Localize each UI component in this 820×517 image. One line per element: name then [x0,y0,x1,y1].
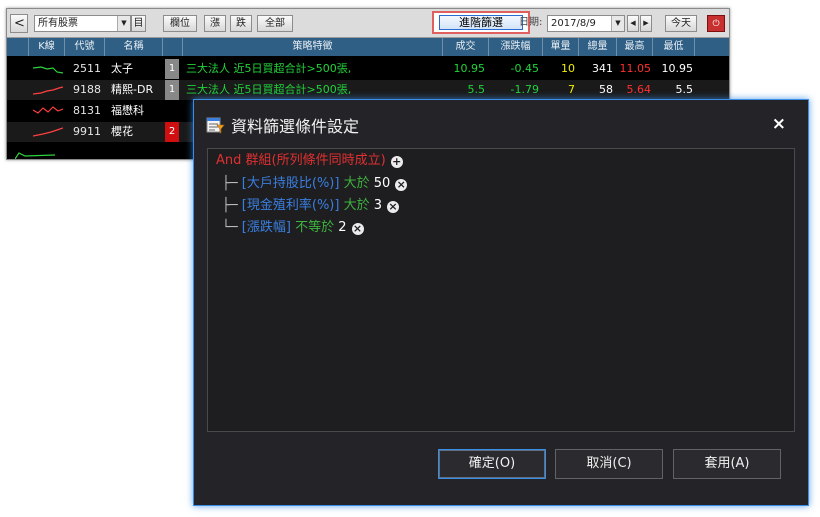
change-pct: -1.79 [510,83,539,96]
price: 5.5 [467,83,486,96]
date-label: 日期: [519,17,543,28]
header-total-volume[interactable]: 總量 [579,38,617,56]
change-pct: -0.45 [510,62,539,75]
table-row[interactable]: 2511 太子 1 三大法人 近5日買超合計>500張, 10.95 -0.45… [7,59,729,79]
header-change[interactable]: 漲跌幅 [489,38,543,56]
table-header: K線 代號 名稱 策略特徵 成交 漲跌幅 單量 總量 最高 最低 [7,38,729,56]
filter-all-button[interactable]: 全部 [257,15,293,32]
group-label: And 群組 [216,153,272,168]
kline-sparkline [33,86,63,95]
low-price: 10.95 [661,62,694,75]
condition-field[interactable]: [漲跌幅] [242,220,291,235]
header-code[interactable]: 代號 [65,38,105,56]
filter-up-button[interactable]: 漲 [204,15,226,32]
condition-group[interactable]: And 群組(所列條件同時成立) + [216,151,403,171]
condition-operator[interactable]: 大於 [344,198,370,213]
power-icon: ⏻ [712,19,720,29]
apply-button[interactable]: 套用(A) [673,449,781,479]
condition-field[interactable]: [大戶持股比(%)] [242,176,340,191]
date-value: 2017/8/9 [551,18,596,29]
row-flag: 2 [165,122,179,142]
toolbar: < 所有股票 ▼ 目 欄位 漲 跌 全部 進階篩選 日期: 2017/8/9 ▼… [7,9,729,38]
columns-button[interactable]: 欄位 [163,15,197,32]
stock-name: 太子 [111,62,133,75]
condition-item[interactable]: ├─ [大戶持股比(%)] 大於 50 × [222,174,408,194]
stock-code: 2511 [73,62,101,75]
header-kline[interactable]: K線 [29,38,65,56]
condition-value[interactable]: 2 [338,220,346,235]
total-volume: 341 [592,62,613,75]
row-flag: 1 [165,80,179,100]
total-volume: 58 [599,83,613,96]
kline-sparkline [33,127,63,137]
condition-item[interactable]: ├─ [現金殖利率(%)] 大於 3 × [222,196,400,216]
add-condition-icon[interactable]: + [390,156,403,168]
power-button[interactable]: ⏻ [707,15,725,32]
close-button[interactable]: × [772,114,786,134]
tree-connector: └─ [222,220,238,235]
tree-connector: ├─ [222,176,238,191]
header-unit-volume[interactable]: 單量 [543,38,579,56]
triangle-left-icon: ◀ [630,19,636,27]
filter-conditions-dialog: 資料篩選條件設定 × And 群組(所列條件同時成立) + ├─ [大戶持股比(%… [193,99,809,506]
stock-group-value: 所有股票 [38,18,78,29]
condition-field[interactable]: [現金殖利率(%)] [242,198,340,213]
header-high[interactable]: 最高 [617,38,653,56]
header-price[interactable]: 成交 [443,38,489,56]
kline-sparkline [33,66,63,74]
header-low[interactable]: 最低 [653,38,695,56]
kline-sparkline [33,106,63,114]
condition-value[interactable]: 3 [374,198,382,213]
remove-condition-icon[interactable]: × [387,201,400,213]
condition-operator[interactable]: 不等於 [295,220,334,235]
group-description: (所列條件同時成立) [271,153,386,168]
header-name[interactable]: 名稱 [105,38,163,56]
advanced-filter-highlight: 進階篩選 [432,11,530,34]
close-icon: × [771,114,786,134]
condition-item[interactable]: └─ [漲跌幅] 不等於 2 × [222,218,364,238]
stock-name: 精熙-DR [111,83,154,96]
group-manage-button[interactable]: 目 [131,15,146,32]
table-row[interactable]: 9188 精熙-DR 1 三大法人 近5日買超合計>500張, 5.5 -1.7… [7,80,729,100]
triangle-right-icon: ▶ [643,19,649,27]
strategy-text: 三大法人 近5日買超合計>500張, [186,83,352,96]
filter-settings-icon [206,117,225,134]
prev-date-button[interactable]: ◀ [627,15,639,32]
condition-tree-panel[interactable]: And 群組(所列條件同時成立) + ├─ [大戶持股比(%)] 大於 50 × ├… [207,148,795,432]
stock-name: 福懋科 [111,104,144,117]
remove-condition-icon[interactable]: × [351,223,364,235]
stock-group-select[interactable]: 所有股票 ▼ [34,15,131,32]
advanced-filter-button[interactable]: 進階篩選 [439,15,523,30]
condition-value[interactable]: 50 [374,176,391,191]
filter-down-button[interactable]: 跌 [230,15,252,32]
stock-name: 櫻花 [111,125,133,138]
ok-button[interactable]: 確定(O) [438,449,546,479]
stock-code: 8131 [73,104,101,117]
low-price: 5.5 [675,83,694,96]
chevron-left-icon: < [14,16,25,31]
chevron-down-icon: ▼ [611,16,624,31]
strategy-text: 三大法人 近5日買超合計>500張, [186,62,352,75]
unit-volume: 7 [568,83,575,96]
condition-operator[interactable]: 大於 [344,176,370,191]
cancel-button[interactable]: 取消(C) [555,449,663,479]
row-flag: 1 [165,59,179,79]
kline-sparkline [15,152,55,159]
high-price: 11.05 [619,62,652,75]
header-strategy[interactable]: 策略特徵 [183,38,443,56]
back-button[interactable]: < [10,14,28,33]
tree-connector: ├─ [222,198,238,213]
dialog-title: 資料篩選條件設定 [231,117,360,136]
remove-condition-icon[interactable]: × [395,179,408,191]
unit-volume: 10 [561,62,575,75]
stock-code: 9188 [73,83,101,96]
chevron-down-icon: ▼ [117,16,130,31]
stock-code: 9911 [73,125,101,138]
dialog-titlebar: 資料篩選條件設定 [206,112,359,138]
high-price: 5.64 [626,83,652,96]
next-date-button[interactable]: ▶ [640,15,652,32]
price: 10.95 [453,62,486,75]
today-button[interactable]: 今天 [665,15,697,32]
date-picker[interactable]: 2017/8/9 ▼ [547,15,625,32]
